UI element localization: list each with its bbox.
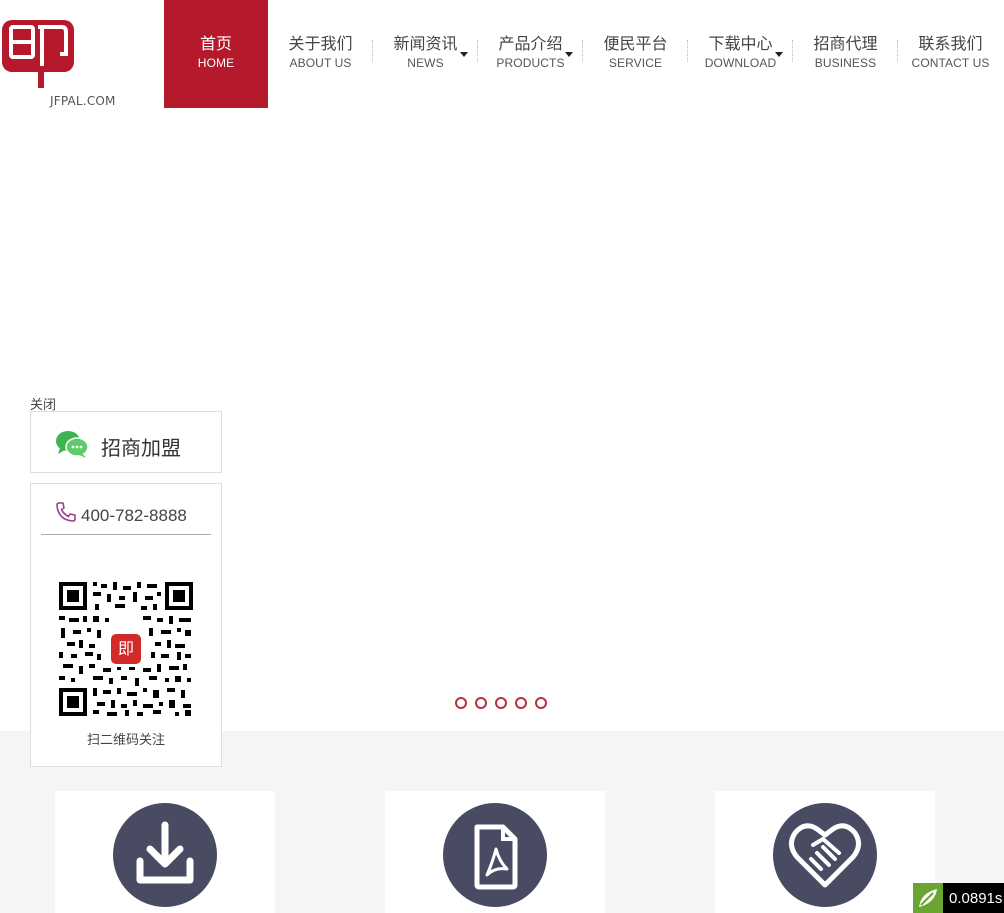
nav-label-en: HOME bbox=[197, 56, 235, 70]
logo-emblem bbox=[2, 20, 74, 88]
timer-value: 0.0891s bbox=[949, 890, 1003, 907]
phone-icon bbox=[56, 502, 76, 522]
nav-label-en: CONTACT US bbox=[911, 56, 990, 70]
join-button[interactable]: 招商加盟 bbox=[30, 411, 222, 473]
feature-card-download[interactable] bbox=[55, 791, 275, 913]
nav-label-en: SERVICE bbox=[608, 56, 663, 70]
slider-pagination bbox=[455, 697, 547, 709]
contact-panel: 400-782-8888 即 扫二维码关注 bbox=[30, 483, 222, 767]
nav-item-news[interactable]: 新闻资讯 NEWS bbox=[373, 0, 478, 108]
phone-number: 400-782-8888 bbox=[81, 506, 187, 525]
slider-dot[interactable] bbox=[455, 697, 467, 709]
phone-row[interactable]: 400-782-8888 bbox=[41, 498, 211, 535]
nav-label-en: DOWNLOAD bbox=[704, 56, 777, 70]
leaf-logo-icon bbox=[913, 883, 943, 913]
feature-circle bbox=[443, 803, 547, 907]
qr-logo-glyph: 即 bbox=[118, 639, 134, 658]
nav-label-cn: 招商代理 bbox=[813, 34, 878, 53]
caret-down-icon bbox=[460, 52, 468, 57]
handshake-heart-icon bbox=[789, 823, 861, 888]
nav-item-download[interactable]: 下载中心 DOWNLOAD bbox=[688, 0, 793, 108]
slider-dot[interactable] bbox=[535, 697, 547, 709]
feature-circle bbox=[113, 803, 217, 907]
site-header: JFPAL.COM 首页 HOME 关于我们 ABOUT US 新闻资讯 NEW… bbox=[0, 0, 1004, 108]
nav-label-cn: 关于我们 bbox=[288, 34, 353, 53]
nav-label-cn: 产品介绍 bbox=[498, 34, 563, 53]
nav-label-cn: 首页 bbox=[199, 34, 232, 53]
nav-item-contact[interactable]: 联系我们 CONTACT US bbox=[898, 0, 1003, 108]
nav-item-products[interactable]: 产品介绍 PRODUCTS bbox=[478, 0, 583, 108]
nav-label-cn: 便民平台 bbox=[603, 34, 668, 53]
feature-circle bbox=[773, 803, 877, 907]
wechat-icon bbox=[56, 431, 89, 458]
nav-item-business[interactable]: 招商代理 BUSINESS bbox=[793, 0, 898, 108]
nav-label-cn: 新闻资讯 bbox=[393, 34, 458, 53]
nav-item-service[interactable]: 便民平台 SERVICE bbox=[583, 0, 688, 108]
nav-item-about[interactable]: 关于我们 ABOUT US bbox=[268, 0, 373, 108]
caret-down-icon bbox=[775, 52, 783, 57]
feature-card-partner[interactable] bbox=[715, 791, 935, 913]
main-nav: 首页 HOME 关于我们 ABOUT US 新闻资讯 NEWS 产品介绍 PRO… bbox=[164, 0, 1003, 108]
nav-label-en: PRODUCTS bbox=[496, 56, 565, 70]
nav-label-cn: 下载中心 bbox=[708, 34, 773, 53]
qr-code-image: 即 bbox=[57, 580, 195, 718]
feature-card-document[interactable] bbox=[385, 791, 605, 913]
download-icon bbox=[136, 821, 194, 884]
site-logo[interactable]: JFPAL.COM bbox=[0, 18, 115, 108]
caret-down-icon bbox=[565, 52, 573, 57]
logo-text: JFPAL.COM bbox=[50, 94, 116, 108]
nav-label-en: BUSINESS bbox=[814, 56, 877, 70]
pdf-document-icon bbox=[474, 824, 518, 890]
slider-dot[interactable] bbox=[475, 697, 487, 709]
nav-label-en: ABOUT US bbox=[289, 56, 352, 70]
slider-dot[interactable] bbox=[515, 697, 527, 709]
page-timer-badge: 0.0891s bbox=[913, 883, 1004, 913]
nav-label-cn: 联系我们 bbox=[918, 34, 983, 53]
qr-caption: 扫二维码关注 bbox=[86, 733, 165, 748]
join-label: 招商加盟 bbox=[101, 436, 181, 460]
nav-item-home[interactable]: 首页 HOME bbox=[164, 0, 268, 108]
nav-label-en: NEWS bbox=[407, 56, 444, 70]
slider-dot[interactable] bbox=[495, 697, 507, 709]
